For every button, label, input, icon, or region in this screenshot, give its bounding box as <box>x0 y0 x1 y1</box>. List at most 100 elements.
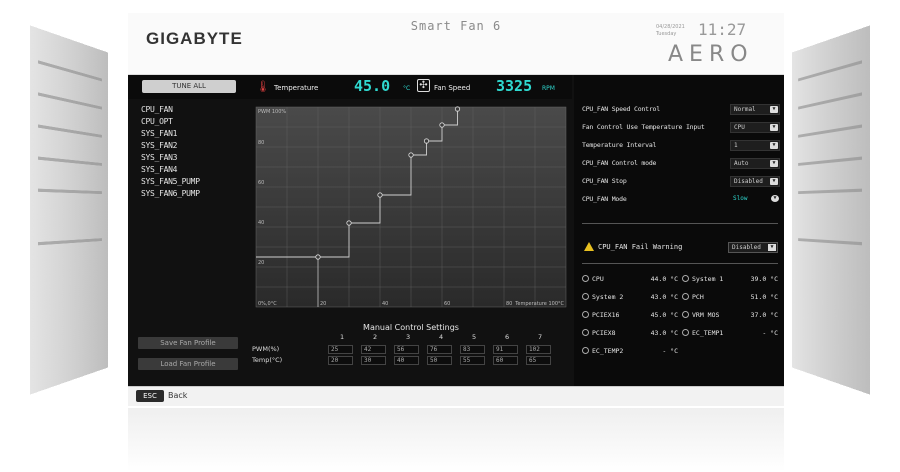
sensor-icon <box>582 293 589 300</box>
temp-input-5[interactable]: 55 <box>460 356 485 365</box>
temp-input-3[interactable]: 40 <box>394 356 419 365</box>
manual-col-header: 2 <box>373 333 378 341</box>
sensor-pch: PCH 51.0 °C <box>682 292 782 303</box>
sensor-icon <box>582 329 589 336</box>
tune-all-button[interactable]: TUNE ALL <box>142 80 236 93</box>
x-tick-label: 60 <box>444 301 450 307</box>
x-tick-label: 0%,0°C <box>258 301 277 307</box>
setting-label: CPU_FAN Stop <box>582 177 627 185</box>
fan-item-sys-fan1[interactable]: SYS_FAN1 <box>141 129 241 141</box>
manual-temp-row: Temp(°C) 20 30 40 50 55 60 65 <box>250 355 572 366</box>
right-side-panel <box>792 25 871 395</box>
sensor-name: System 2 <box>592 293 624 301</box>
header: GIGABYTE Smart Fan 6 04/28/2021 Tuesday … <box>128 13 784 75</box>
temperature-value: 45.0 <box>354 77 391 95</box>
floor-reflection <box>128 408 784 472</box>
pwm-input-1[interactable]: 25 <box>328 345 353 354</box>
day-text: Tuesday <box>656 31 677 37</box>
main-panel: TUNE ALL 🌡 Temperature 45.0 °C ✣ Fan Spe… <box>128 75 784 386</box>
sensor-name: VRM MOS <box>692 311 720 319</box>
fan-speed-unit: RPM <box>542 85 555 92</box>
sensor-value: 51.0 °C <box>750 293 778 301</box>
sensor-icon <box>582 311 589 318</box>
smart-fan-window: GIGABYTE Smart Fan 6 04/28/2021 Tuesday … <box>128 13 784 406</box>
pwm-input-3[interactable]: 56 <box>394 345 419 354</box>
fan-list: CPU_FAN CPU_OPT SYS_FAN1 SYS_FAN2 SYS_FA… <box>141 105 241 201</box>
thermometer-icon: 🌡 <box>256 80 270 93</box>
sensor-name: System 1 <box>692 275 724 283</box>
fan-item-sys-fan4[interactable]: SYS_FAN4 <box>141 165 241 177</box>
sensor-ec-temp1: EC_TEMP1 - °C <box>682 328 782 339</box>
status-bar: TUNE ALL 🌡 Temperature 45.0 °C ✣ Fan Spe… <box>128 75 572 99</box>
setting-temp-interval: Temperature Interval 1 ▼ <box>582 139 780 152</box>
aero-logo: AERO <box>668 42 754 67</box>
sensor-icon <box>682 329 689 336</box>
divider <box>582 263 778 264</box>
sensor-icon <box>682 311 689 318</box>
temp-input-1[interactable]: 20 <box>328 356 353 365</box>
fan-icon: ✣ <box>417 79 430 92</box>
y-axis-label: PWM 100% <box>258 109 286 115</box>
chevron-down-icon: ▼ <box>770 178 778 185</box>
temp-input-select[interactable]: CPU ▼ <box>730 122 780 133</box>
page-title: Smart Fan 6 <box>410 19 502 33</box>
sensor-pciex8: PCIEX8 43.0 °C <box>582 328 682 339</box>
pwm-input-4[interactable]: 76 <box>427 345 452 354</box>
fan-item-cpu-opt[interactable]: CPU_OPT <box>141 117 241 129</box>
pwm-input-6[interactable]: 91 <box>493 345 518 354</box>
y-tick-label: 60 <box>258 180 264 186</box>
fan-curve-point-1 <box>315 254 321 260</box>
fan-speed-label: Fan Speed <box>434 84 471 92</box>
pwm-input-5[interactable]: 83 <box>460 345 485 354</box>
temp-interval-select[interactable]: 1 ▼ <box>730 140 780 151</box>
temp-input-2[interactable]: 30 <box>361 356 386 365</box>
fan-curve-point-7 <box>454 106 461 112</box>
sensor-value: - °C <box>662 347 678 355</box>
pwm-input-7[interactable]: 102 <box>526 345 551 354</box>
setting-label: Fan Control Use Temperature Input <box>582 123 705 131</box>
speed-control-select[interactable]: Normal ▼ <box>730 104 780 115</box>
manual-control-table: 1 2 3 4 5 6 7 PWM(%) 25 42 56 76 83 91 1… <box>250 333 572 373</box>
sensor-value: 37.0 °C <box>750 311 778 319</box>
fan-curve-point-2 <box>346 220 352 226</box>
fan-stop-select[interactable]: Disabled ▼ <box>730 176 780 187</box>
fan-item-sys-fan3[interactable]: SYS_FAN3 <box>141 153 241 165</box>
fail-warning-select[interactable]: Disabled ▼ <box>728 242 778 253</box>
setting-fan-mode: CPU_FAN Mode Slow ▼ <box>582 193 780 206</box>
chevron-down-icon: ▼ <box>771 195 779 202</box>
load-fan-profile-button[interactable]: Load Fan Profile <box>138 358 238 370</box>
temp-input-6[interactable]: 60 <box>493 356 518 365</box>
sensor-cpu: CPU 44.0 °C <box>582 274 682 285</box>
fan-curve-chart[interactable]: PWM 100% 80 60 40 20 0%,0°C 20 40 60 80 Temperatur… <box>250 99 572 319</box>
sensor-vrm-mos: VRM MOS 37.0 °C <box>682 310 782 321</box>
sensor-name: CPU <box>592 275 604 283</box>
manual-header-row: 1 2 3 4 5 6 7 <box>250 333 572 344</box>
setting-temp-input: Fan Control Use Temperature Input CPU ▼ <box>582 121 780 134</box>
fan-item-sys-fan6-pump[interactable]: SYS_FAN6_PUMP <box>141 189 241 201</box>
pwm-input-2[interactable]: 42 <box>361 345 386 354</box>
back-link[interactable]: Back <box>168 391 187 400</box>
fan-curve-svg[interactable]: PWM 100%806040200%,0°C 20 40 60 80 Temperatur… <box>250 99 572 319</box>
sensor-icon <box>682 293 689 300</box>
fan-item-cpu-fan[interactable]: CPU_FAN <box>141 105 241 117</box>
setting-label: CPU_FAN Mode <box>582 195 627 203</box>
fan-item-sys-fan2[interactable]: SYS_FAN2 <box>141 141 241 153</box>
fan-curve-point-4 <box>408 152 414 158</box>
fan-speed-value: 3325 <box>496 77 533 95</box>
x-tick-label: 20 <box>320 301 326 307</box>
sensor-name: EC_TEMP1 <box>692 329 724 337</box>
sensor-icon <box>582 347 589 354</box>
temp-input-7[interactable]: 65 <box>526 356 551 365</box>
save-fan-profile-button[interactable]: Save Fan Profile <box>138 337 238 349</box>
chevron-down-icon: ▼ <box>770 142 778 149</box>
esc-button[interactable]: ESC <box>136 390 164 402</box>
fail-warning-label: CPU_FAN Fail Warning <box>598 243 683 251</box>
fan-item-sys-fan5-pump[interactable]: SYS_FAN5_PUMP <box>141 177 241 189</box>
fan-mode-select[interactable]: Slow ▼ <box>730 194 780 205</box>
manual-col-header: 1 <box>340 333 345 341</box>
sensor-name: EC_TEMP2 <box>592 347 624 355</box>
setting-speed-control: CPU_FAN Speed Control Normal ▼ <box>582 103 780 116</box>
sensor-value: 44.0 °C <box>650 275 678 283</box>
control-mode-select[interactable]: Auto ▼ <box>730 158 780 169</box>
temp-input-4[interactable]: 50 <box>427 356 452 365</box>
